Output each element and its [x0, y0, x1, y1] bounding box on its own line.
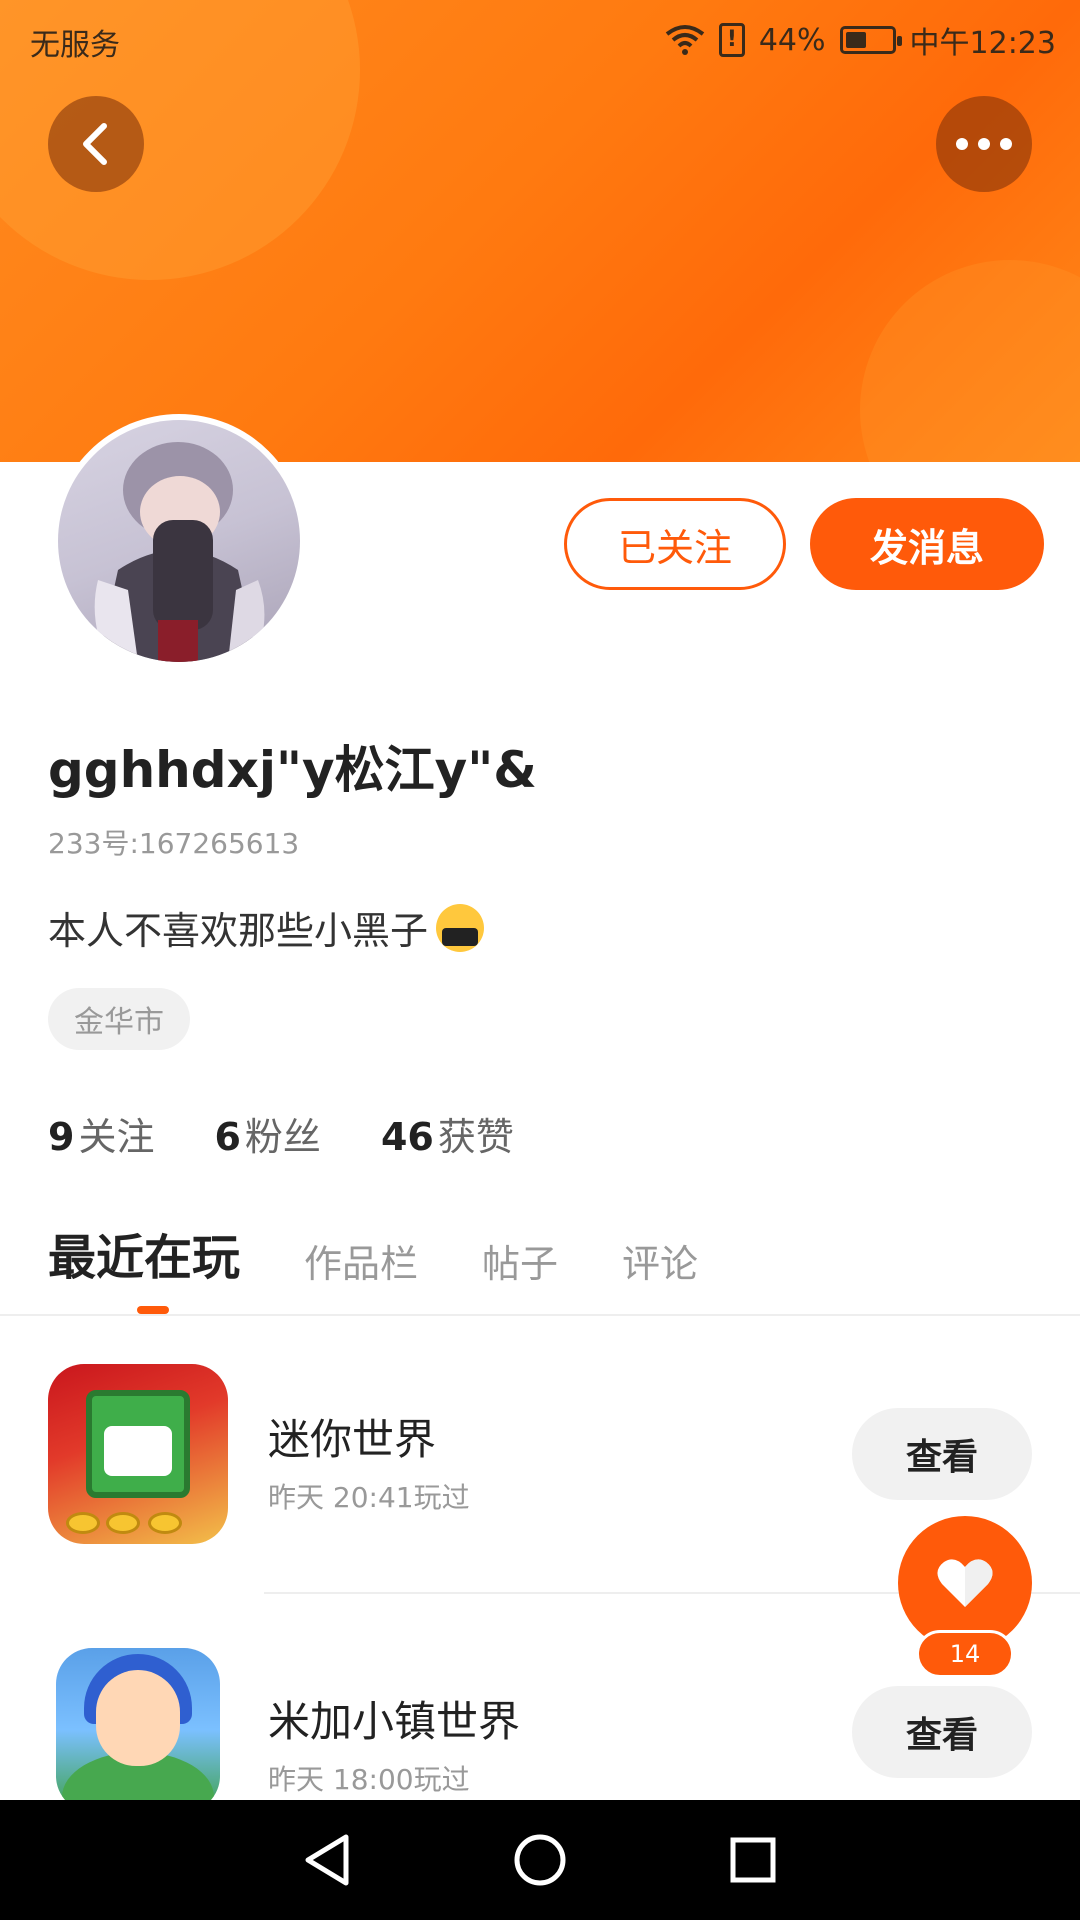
like-count: 14 — [916, 1630, 1014, 1678]
active-tab-indicator — [137, 1306, 169, 1314]
game-name: 米加小镇世界 — [268, 1697, 521, 1746]
wifi-icon — [665, 25, 705, 55]
stat-likes[interactable]: 46 获赞 — [381, 1106, 514, 1161]
nav-back-icon[interactable] — [295, 1828, 359, 1892]
game-last-played: 昨天 18:00玩过 — [268, 1763, 470, 1796]
game-icon-mini-world[interactable] — [48, 1364, 228, 1544]
bio: 本人不喜欢那些小黑子 — [48, 900, 485, 955]
stat-label: 获赞 — [437, 1115, 514, 1159]
sim-alert-icon: ! — [718, 23, 745, 57]
profile-stats: 9 关注 6 粉丝 46 获赞 — [48, 1106, 514, 1161]
view-button[interactable]: 查看 — [852, 1686, 1032, 1778]
heart-icon — [937, 1559, 993, 1607]
stat-value: 46 — [380, 1115, 434, 1159]
tab-works[interactable]: 作品栏 — [304, 1233, 418, 1288]
carrier-text: 无服务 — [30, 28, 120, 63]
stat-label: 粉丝 — [244, 1115, 321, 1159]
profile-tabs: 最近在玩 作品栏 帖子 评论 — [48, 1218, 698, 1288]
nav-recents-icon[interactable] — [721, 1828, 785, 1892]
avatar-image — [58, 420, 300, 662]
back-button[interactable] — [48, 96, 144, 192]
tab-divider — [0, 1314, 1080, 1316]
chevron-left-icon — [83, 123, 107, 165]
battery-icon — [839, 26, 902, 54]
stat-label: 关注 — [78, 1115, 155, 1159]
battery-percent: 44% — [758, 22, 826, 58]
stat-followers[interactable]: 6 粉丝 — [214, 1106, 320, 1161]
game-name: 迷你世界 — [268, 1415, 437, 1464]
clock: 中午12:23 — [909, 26, 1056, 61]
header-decoration — [860, 260, 1080, 462]
view-button[interactable]: 查看 — [852, 1408, 1032, 1500]
face-with-symbols-icon — [436, 903, 485, 952]
followed-button[interactable]: 已关注 — [564, 498, 786, 590]
stat-following[interactable]: 9 关注 — [48, 1106, 154, 1161]
stat-value: 9 — [48, 1115, 75, 1159]
tab-recently-played[interactable]: 最近在玩 — [48, 1218, 240, 1288]
nav-home-icon[interactable] — [508, 1828, 572, 1892]
location-tag: 金华市 — [48, 988, 190, 1050]
tab-posts[interactable]: 帖子 — [482, 1233, 558, 1288]
system-nav-bar — [0, 1800, 1080, 1920]
more-button[interactable] — [936, 96, 1032, 192]
avatar[interactable] — [52, 414, 306, 668]
tab-comments[interactable]: 评论 — [622, 1233, 698, 1288]
stat-value: 6 — [214, 1115, 241, 1159]
status-bar: 无服务 ! 44% 中午12:23 — [0, 0, 1080, 78]
status-icons: ! 44% 中午12:23 — [665, 18, 1056, 62]
user-id: 233号:167265613 — [48, 827, 300, 860]
bio-text: 本人不喜欢那些小黑子 — [48, 909, 429, 953]
username: gghhdxj"y松江y"& — [48, 741, 537, 799]
game-icon-toca-world[interactable] — [56, 1648, 220, 1812]
game-last-played: 昨天 20:41玩过 — [268, 1481, 470, 1514]
send-message-button[interactable]: 发消息 — [810, 498, 1044, 590]
more-horizontal-icon — [956, 138, 1012, 150]
